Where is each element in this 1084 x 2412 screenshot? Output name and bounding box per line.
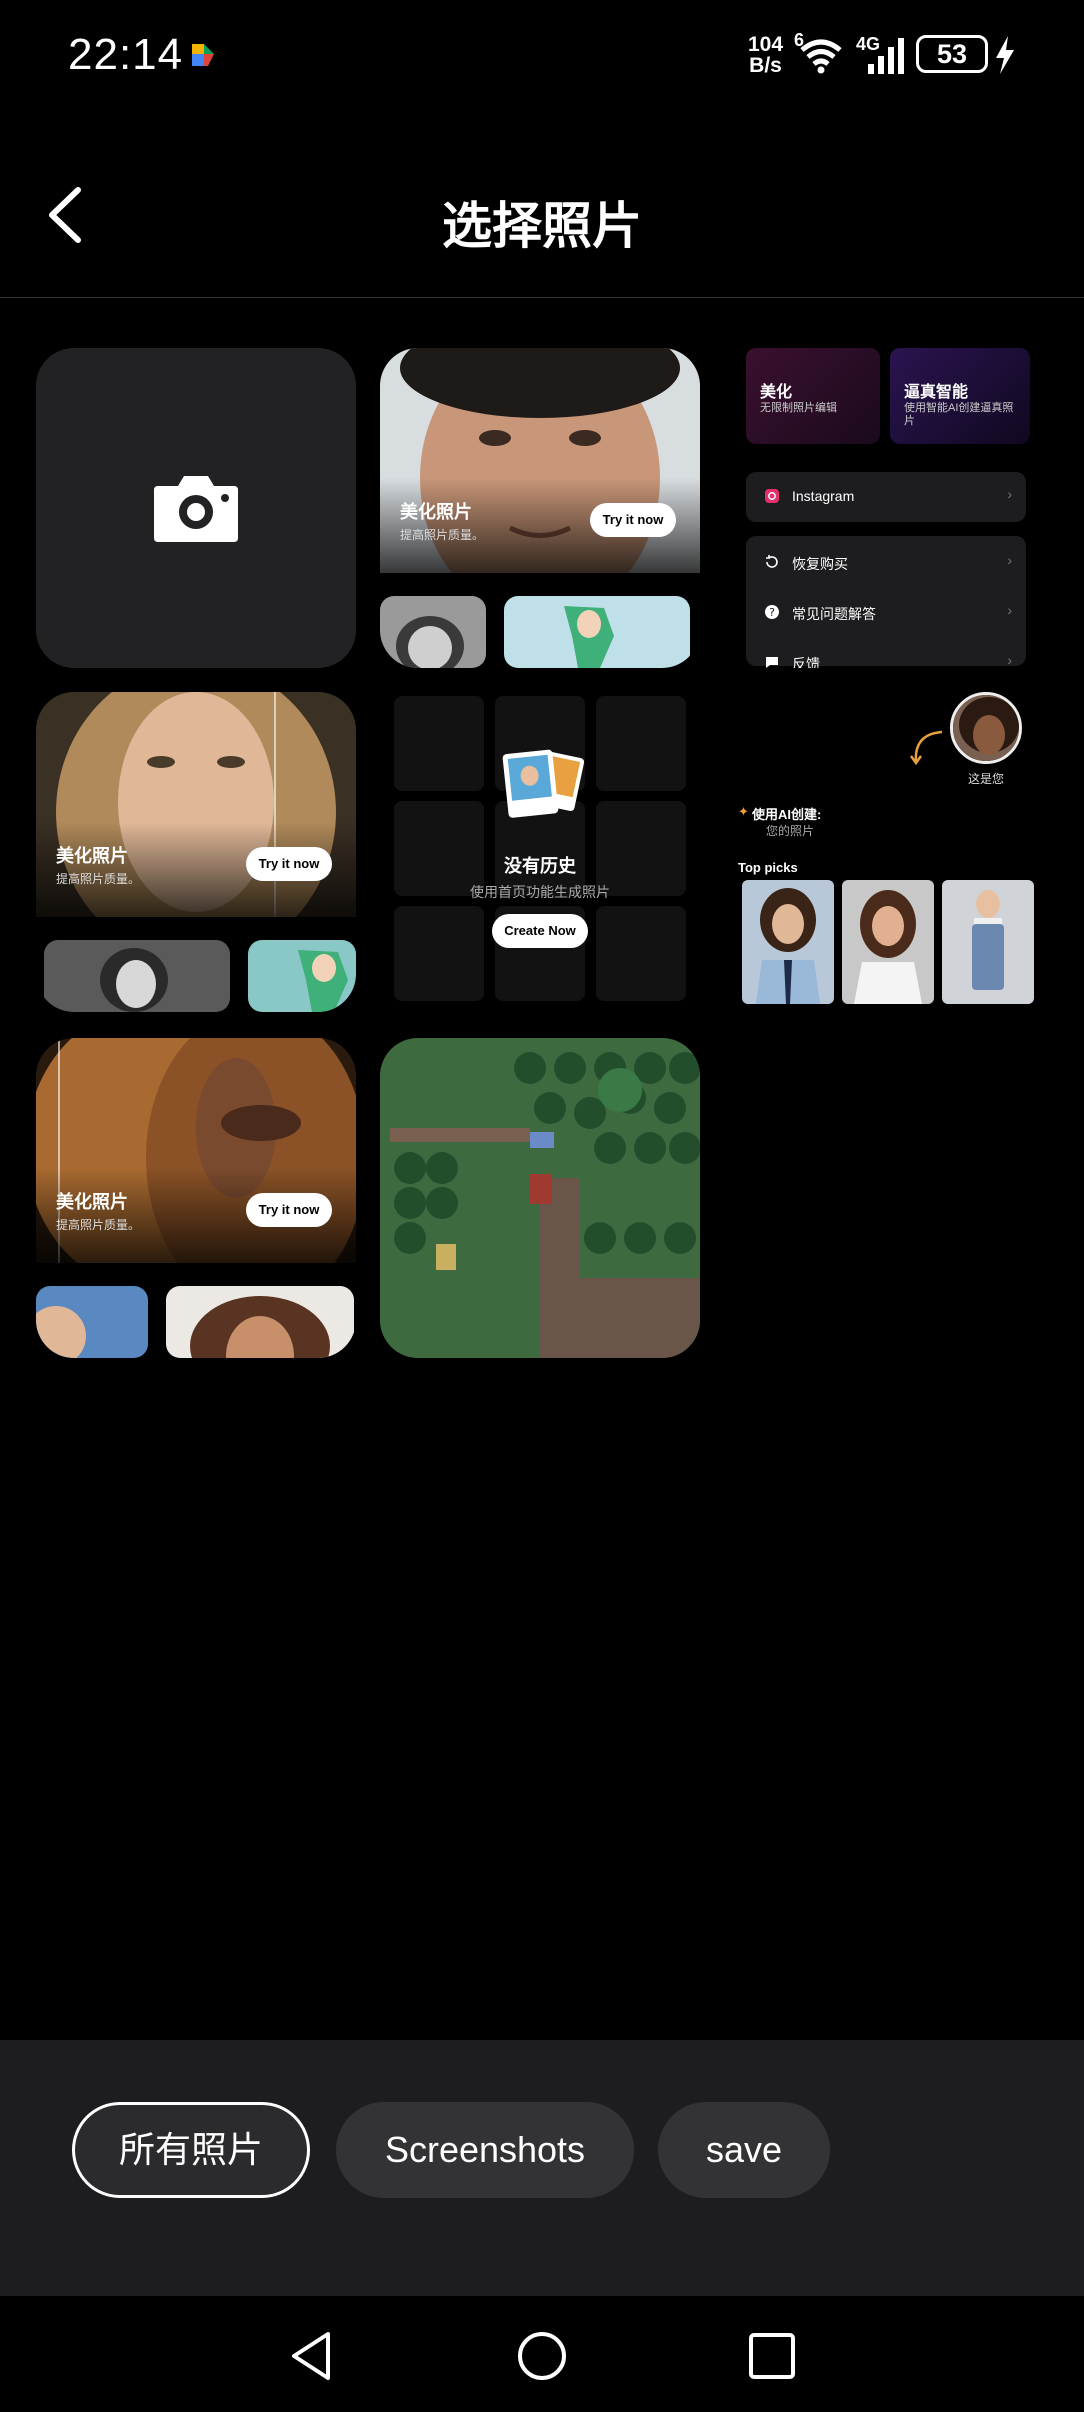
restore-icon (766, 555, 778, 568)
photo-thumbnail[interactable]: 美化照片 提高照片质量。 Try it now (36, 692, 356, 1012)
top-picks-label: Top picks (738, 860, 798, 875)
chevron-right-icon: › (1007, 486, 1012, 502)
promo-sub: 提高照片质量。 (400, 528, 485, 542)
history-grid-cell (596, 696, 686, 791)
signal-icon (868, 38, 904, 74)
promo-sub: 提高照片质量。 (56, 872, 141, 886)
status-time: 22:14 (68, 30, 184, 79)
wifi-icon (800, 39, 842, 74)
feature-card-title: 美化 (760, 384, 793, 401)
header: 选择照片 (0, 150, 1084, 298)
history-sub: 使用首页功能生成照片 (470, 884, 610, 900)
album-chip-screenshots[interactable]: Screenshots (336, 2102, 634, 2198)
album-bar: 所有照片 Screenshots save (0, 2040, 1084, 2296)
mini-thumb-cutout (248, 940, 356, 1012)
chevron-right-icon: › (1007, 652, 1012, 668)
this-is-you-label: 这是您 (968, 772, 1005, 786)
screenshot-thumbnail[interactable]: 美化 无限制照片编辑 逼真智能 使用智能AI创建逼真照片 Instagram ›… (738, 348, 1034, 1014)
sparkle-icon: ✦ (738, 804, 749, 819)
instagram-icon (765, 489, 779, 503)
page-title: 选择照片 (442, 198, 642, 254)
net-speed-value: 104 (748, 33, 784, 56)
photo-thumbnail[interactable]: 美化照片 提高照片质量。 Try it now (36, 1038, 356, 1358)
chevron-right-icon: › (1007, 552, 1012, 568)
svg-text:?: ? (769, 606, 775, 619)
create-title: 使用AI创建: (752, 807, 822, 822)
promo-label: 美化照片 (56, 846, 128, 866)
avatar (950, 692, 1022, 764)
album-chip-all-photos[interactable]: 所有照片 (72, 2102, 310, 2198)
mini-thumb-bw (44, 940, 230, 1012)
row-label: 常见问题解答 (792, 606, 876, 622)
try-it-now-button: Try it now (246, 847, 332, 881)
create-sub: 您的照片 (766, 824, 815, 838)
history-grid-cell (596, 906, 686, 1001)
play-games-icon (192, 44, 214, 66)
history-tile[interactable]: 没有历史 使用首页功能生成照片 Create Now (380, 692, 700, 1012)
question-icon: ? (765, 605, 779, 619)
row-restore: 恢复购买 › (746, 538, 1026, 588)
feature-card-realistic: 逼真智能 使用智能AI创建逼真照片 (890, 348, 1030, 444)
history-title: 没有历史 (504, 856, 576, 876)
chevron-right-icon: › (1007, 602, 1012, 618)
row-label: 恢复购买 (792, 556, 848, 572)
net-speed-unit: B/s (749, 54, 782, 77)
status-bar: 22:14 104 B/s 6 4G 53 (0, 0, 1084, 112)
row-instagram: Instagram › (746, 472, 1026, 522)
top-pick-photo (942, 880, 1034, 1004)
photo-thumbnail[interactable]: 美化照片 提高照片质量。 Try it now (380, 348, 700, 668)
system-nav-bar (0, 2296, 1084, 2412)
pixel-game-image (380, 1038, 700, 1358)
camera-icon (154, 476, 238, 542)
charging-icon (996, 36, 1014, 74)
promo-label: 美化照片 (56, 1192, 128, 1212)
nav-recents-icon[interactable] (744, 2328, 800, 2384)
camera-tile[interactable] (36, 348, 356, 668)
photo-cards-icon (502, 749, 585, 818)
photo-thumbnail[interactable] (380, 1038, 700, 1358)
mini-thumb-portrait (166, 1286, 354, 1358)
nav-back-icon[interactable] (284, 2328, 340, 2384)
create-now-button[interactable]: Create Now (492, 914, 588, 948)
feature-card-sub: 使用智能AI创建逼真照片 (904, 402, 1014, 427)
mini-thumb-portrait (36, 1286, 148, 1358)
net-speed: 104 B/s (748, 34, 783, 76)
history-grid-cell (394, 696, 484, 791)
feature-card-beautify: 美化 无限制照片编辑 (746, 348, 880, 444)
curved-arrow-icon (909, 730, 943, 766)
promo-label: 美化照片 (400, 502, 472, 522)
album-chip-save[interactable]: save (658, 2102, 830, 2198)
try-it-now-button: Try it now (590, 503, 676, 537)
history-grid-cell (394, 906, 484, 1001)
try-it-now-button: Try it now (246, 1193, 332, 1227)
feature-card-sub: 无限制照片编辑 (760, 402, 837, 414)
feature-card-title: 逼真智能 (904, 384, 969, 401)
top-pick-photo (842, 880, 934, 1004)
nav-home-icon[interactable] (514, 2328, 570, 2384)
top-pick-photo (742, 880, 834, 1004)
mini-thumb-bw (380, 596, 486, 668)
mini-thumb-cutout (504, 596, 690, 668)
row-label: Instagram (792, 488, 855, 504)
row-faq: ? 常见问题解答 › (746, 588, 1026, 638)
promo-sub: 提高照片质量。 (56, 1218, 141, 1232)
battery-indicator: 53 (916, 35, 988, 73)
